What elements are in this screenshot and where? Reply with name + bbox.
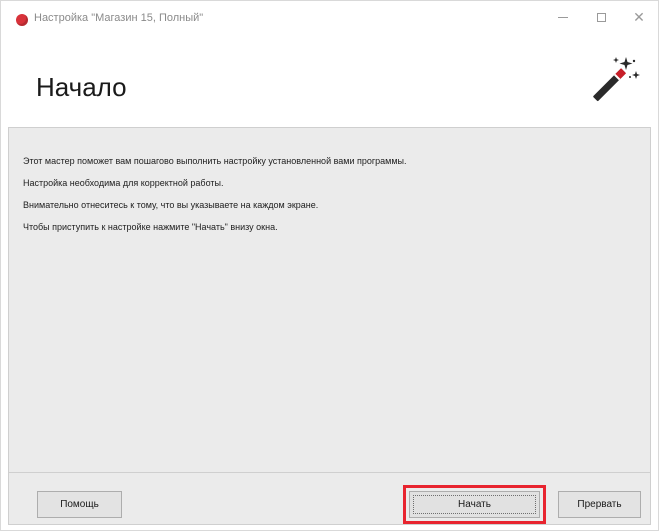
- minimize-button[interactable]: [544, 1, 582, 33]
- close-icon: ✕: [633, 9, 645, 25]
- wizard-header: Начало: [1, 33, 658, 127]
- intro-text-line: Настройка необходима для корректной рабо…: [23, 178, 224, 188]
- maximize-icon: [596, 12, 606, 22]
- start-button[interactable]: Начать: [403, 485, 546, 524]
- intro-text-line: Этот мастер поможет вам пошагово выполни…: [23, 156, 407, 166]
- title-bar[interactable]: Настройка "Магазин 15, Полный" ✕: [1, 1, 658, 33]
- page-title: Начало: [36, 72, 127, 102]
- help-button[interactable]: Помощь: [37, 491, 122, 518]
- cancel-button[interactable]: Прервать: [558, 491, 641, 518]
- window-controls: ✕: [544, 1, 658, 33]
- button-bar: Помощь Начать Прервать: [8, 473, 651, 525]
- content-panel: Этот мастер поможет вам пошагово выполни…: [8, 127, 651, 473]
- intro-text-line: Чтобы приступить к настройке нажмите "На…: [23, 222, 278, 232]
- intro-text-line: Внимательно отнеситесь к тому, что вы ук…: [23, 200, 319, 210]
- app-icon: [16, 14, 28, 26]
- close-button[interactable]: ✕: [620, 1, 658, 33]
- maximize-button[interactable]: [582, 1, 620, 33]
- start-button-label: Начать: [458, 499, 491, 510]
- magic-wand-icon: [593, 57, 640, 102]
- minimize-icon: [558, 16, 568, 18]
- setup-wizard-window: Настройка "Магазин 15, Полный" ✕ Начало: [0, 0, 659, 531]
- window-title: Настройка "Магазин 15, Полный": [34, 12, 204, 24]
